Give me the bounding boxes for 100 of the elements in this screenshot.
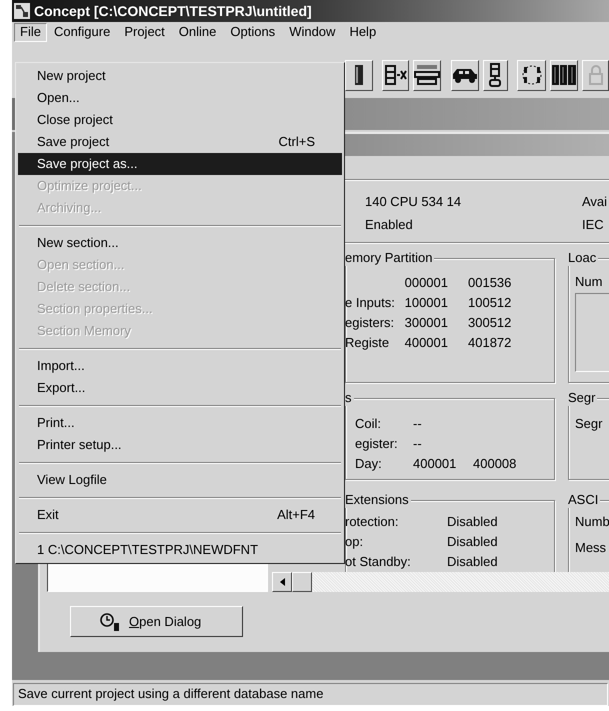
toolbar-button[interactable] bbox=[517, 60, 546, 90]
menu-item-label: Optimize project... bbox=[37, 177, 142, 196]
address-value: 300001 bbox=[404, 314, 448, 332]
menu-item-label: Section Memory bbox=[37, 322, 131, 340]
address-value: 300512 bbox=[467, 314, 512, 332]
address-value: 100512 bbox=[467, 294, 512, 312]
module-icon bbox=[384, 65, 408, 85]
address-value: 001536 bbox=[467, 274, 512, 292]
books-icon bbox=[551, 64, 578, 86]
field-label: Registe bbox=[345, 334, 390, 352]
menu-item[interactable]: Close project bbox=[18, 109, 342, 131]
toolbar-button[interactable] bbox=[382, 60, 409, 90]
menu-item[interactable]: Help bbox=[342, 22, 384, 42]
toolbar-button[interactable] bbox=[413, 60, 441, 90]
menu-item[interactable]: New section... bbox=[18, 232, 342, 254]
address-value: 000001 bbox=[404, 274, 448, 292]
menu-item-label: New project bbox=[37, 67, 106, 86]
address-value: 401872 bbox=[467, 334, 512, 352]
field-label: Mess bbox=[575, 539, 608, 557]
cpu-model: 140 CPU 534 14 bbox=[365, 193, 462, 211]
address-value: -- bbox=[412, 415, 423, 434]
info-label: Avai bbox=[582, 193, 608, 211]
menu-item-label: Open section... bbox=[37, 256, 124, 274]
status-value: Disabled bbox=[447, 533, 499, 552]
menu-item-label: View Logfile bbox=[37, 471, 107, 490]
menu-item-label: New section... bbox=[37, 234, 119, 252]
field-label: op: bbox=[345, 533, 364, 552]
group-legend: Loac bbox=[568, 250, 598, 266]
menu-item[interactable]: File bbox=[14, 22, 47, 42]
group-legend: Segr bbox=[568, 390, 598, 406]
group-legend: Extensions bbox=[345, 492, 411, 508]
field-label: ot Standby: bbox=[345, 553, 412, 572]
menu-item-label: Print... bbox=[37, 414, 75, 432]
field-label: Num bbox=[575, 273, 604, 290]
field-label: egisters: bbox=[345, 314, 396, 332]
menu-item-label: Exit bbox=[37, 506, 59, 524]
toolbar-button[interactable] bbox=[582, 60, 609, 90]
shortcut-label: Ctrl+S bbox=[278, 133, 315, 152]
menu-item-label: Save project as... bbox=[37, 155, 138, 174]
address-value: 400008 bbox=[472, 455, 518, 474]
toolbar-button[interactable] bbox=[450, 60, 479, 90]
toolbar-button[interactable] bbox=[482, 60, 508, 90]
dots-circle-icon bbox=[520, 64, 544, 86]
menu-item-label: Archiving... bbox=[37, 199, 102, 218]
menu-item[interactable]: Project bbox=[117, 22, 172, 42]
field-label: Segr bbox=[575, 415, 604, 433]
info-label: IEC bbox=[582, 216, 605, 234]
menu-item[interactable]: Exit Alt+F4 bbox=[18, 504, 342, 526]
clock-icon bbox=[99, 612, 121, 632]
menu-item[interactable]: Configure bbox=[46, 22, 118, 42]
lock-icon bbox=[588, 65, 603, 85]
menu-item-label: Save project bbox=[37, 133, 110, 152]
menu-item-label: Open... bbox=[37, 89, 80, 108]
menu-item[interactable]: Import... bbox=[18, 355, 342, 377]
field-label: Day: bbox=[354, 455, 383, 474]
car-icon bbox=[452, 67, 478, 83]
status-bar: Save current project using a different database name bbox=[13, 682, 608, 706]
menu-item[interactable]: Options bbox=[223, 22, 282, 42]
cpu-state: Enabled bbox=[365, 216, 414, 234]
open-dialog-button[interactable]: Open Dialog bbox=[70, 606, 243, 637]
window-title: Concept [C:\CONCEPT\TESTPRJ\untitled] bbox=[34, 2, 312, 21]
rack-icon bbox=[414, 64, 440, 86]
toolbar-button[interactable] bbox=[345, 60, 373, 90]
left-arrow-icon bbox=[280, 578, 284, 586]
field-label: Numb bbox=[575, 513, 609, 531]
cabinet-icon bbox=[354, 64, 364, 86]
menu-item-label: Export... bbox=[37, 379, 86, 398]
menu-item[interactable]: 1 C:\CONCEPT\TESTPRJ\NEWDFNT bbox=[18, 539, 342, 561]
menu-item[interactable]: View Logfile bbox=[18, 469, 342, 491]
status-value: Disabled bbox=[447, 513, 499, 532]
menu-item[interactable]: Export... bbox=[18, 377, 342, 399]
address-value: 100001 bbox=[404, 294, 448, 312]
field-label: Coil: bbox=[354, 415, 382, 434]
menu-item[interactable]: Open... bbox=[18, 87, 342, 109]
menu-item[interactable]: Save project as... bbox=[18, 153, 342, 175]
menu-item[interactable]: Save project Ctrl+S bbox=[18, 131, 342, 153]
menu-item[interactable]: New project bbox=[18, 65, 342, 87]
menu-item-label: Delete section... bbox=[37, 278, 130, 296]
scroll-thumb[interactable] bbox=[292, 572, 312, 592]
menu-item-label: Printer setup... bbox=[37, 436, 122, 454]
menu-item[interactable]: Window bbox=[282, 22, 342, 42]
menu-item[interactable]: Online bbox=[172, 22, 224, 42]
field-label: e Inputs: bbox=[345, 294, 396, 312]
menu-item[interactable]: Printer setup... bbox=[18, 434, 342, 456]
address-value: 400001 bbox=[412, 455, 458, 474]
toolbar-button[interactable] bbox=[550, 60, 578, 90]
tower-icon bbox=[489, 63, 502, 87]
field-label: egister: bbox=[354, 435, 399, 454]
menu-item[interactable]: Print... bbox=[18, 412, 342, 434]
shortcut-label: Alt+F4 bbox=[277, 506, 315, 524]
menu-item-label: Section properties... bbox=[37, 300, 153, 318]
address-value: -- bbox=[412, 435, 423, 454]
list-box[interactable] bbox=[47, 563, 268, 592]
group-legend: ASCI bbox=[568, 492, 600, 508]
menu-item-label: Import... bbox=[37, 357, 85, 376]
address-value: 400001 bbox=[404, 334, 448, 352]
group-legend: emory Partition bbox=[345, 250, 434, 266]
status-value: Disabled bbox=[447, 553, 499, 572]
scroll-left-button[interactable] bbox=[272, 572, 292, 592]
app-icon bbox=[14, 3, 30, 19]
